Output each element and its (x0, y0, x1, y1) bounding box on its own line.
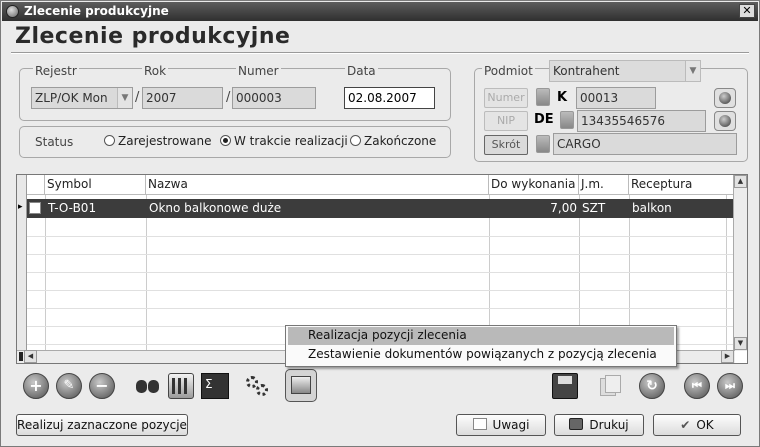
rejestr-combo[interactable]: ZLP/OK Mon ▼ (31, 87, 133, 109)
podmiot-type-combo[interactable]: Kontrahent ▼ (549, 60, 701, 82)
scroll-down-icon[interactable]: ▼ (734, 337, 747, 350)
podmiot-type-value: Kontrahent (553, 64, 620, 78)
numer-field[interactable]: 000003 (232, 87, 316, 109)
separator: / (226, 90, 231, 105)
chevron-down-icon[interactable]: ▼ (685, 61, 700, 81)
radio-label: W trakcie realizacji (234, 134, 348, 148)
data-field[interactable]: 02.08.2007 (344, 87, 435, 109)
previous-icon[interactable]: ⏮ (684, 373, 710, 399)
nip-prefix: DE (534, 112, 554, 127)
vertical-scrollbar[interactable]: ▲ ▼ (733, 175, 747, 351)
rok-label: Rok (142, 64, 169, 78)
scroll-up-icon[interactable]: ▲ (734, 175, 747, 188)
grid-line (27, 272, 735, 273)
nip-field[interactable]: 13435546576 (577, 110, 706, 132)
row-pointer-icon: ▸ (18, 202, 23, 212)
document-image-icon (291, 376, 311, 394)
rejestr-label: Rejestr (33, 64, 79, 78)
calculator-icon[interactable] (168, 373, 194, 399)
database-icon[interactable] (560, 111, 574, 129)
drukuj-label: Drukuj (589, 418, 629, 432)
radio-zakonczone[interactable]: Zakończone (350, 134, 436, 148)
k-prefix: K (557, 90, 568, 105)
next-icon[interactable]: ⏭ (717, 373, 743, 399)
cell-do-wykonania: 7,00 (550, 201, 577, 215)
database-icon[interactable] (536, 88, 550, 106)
row-indicator-column: ▸ (17, 175, 27, 351)
radio-dot (350, 135, 361, 146)
edit-icon[interactable]: ✎ (56, 373, 82, 399)
app-icon (6, 5, 19, 18)
grid-line (27, 290, 735, 291)
copy-icon[interactable] (597, 373, 623, 399)
globe-icon[interactable] (714, 88, 736, 108)
scroll-right-icon[interactable]: ▶ (721, 350, 734, 363)
delete-icon[interactable]: − (89, 373, 115, 399)
separator: / (135, 90, 140, 105)
drukuj-button[interactable]: Drukuj (554, 414, 644, 436)
radio-label: Zakończone (364, 134, 437, 148)
grid-line (27, 236, 735, 237)
cell-nazwa: Okno balkonowe duże (149, 201, 282, 215)
realizuj-button[interactable]: Realizuj zaznaczone pozycje (16, 414, 188, 436)
cell-receptura: balkon (632, 201, 672, 215)
grid-line (27, 308, 735, 309)
skrot-field[interactable]: CARGO (553, 133, 737, 155)
radio-zarejestrowane[interactable]: Zarejestrowane (104, 134, 211, 148)
radio-dot (104, 135, 115, 146)
ok-button[interactable]: ✔ OK (653, 414, 741, 436)
scroll-thumb[interactable] (19, 352, 23, 361)
context-menu: Realizacja pozycji zlecenia Zestawienie … (285, 325, 677, 367)
uwagi-label: Uwagi (492, 418, 530, 432)
radio-label: Zarejestrowane (118, 134, 212, 148)
rok-field[interactable]: 2007 (142, 87, 223, 109)
column-header-checkbox (27, 175, 45, 195)
add-icon[interactable]: + (23, 373, 49, 399)
numer-label: Numer (236, 64, 281, 78)
save-icon[interactable] (552, 373, 578, 399)
cell-jm: SZT (582, 201, 606, 215)
rejestr-value: ZLP/OK Mon (35, 91, 108, 105)
data-label: Data (345, 64, 378, 78)
checkmark-icon: ✔ (680, 418, 691, 432)
document-image-button[interactable] (285, 369, 317, 402)
title-bar: Zlecenie produkcyjne ✕ (2, 2, 758, 21)
close-button[interactable]: ✕ (739, 4, 755, 18)
scroll-left-icon[interactable]: ◀ (24, 350, 37, 363)
radio-w-trakcie[interactable]: W trakcie realizacji (220, 134, 348, 148)
radio-dot-selected (220, 135, 231, 146)
page-title: Zlecenie produkcyjne (15, 24, 291, 49)
divider (11, 52, 749, 54)
column-header-receptura[interactable]: Receptura (629, 175, 735, 195)
window: Zlecenie produkcyjne ✕ Zlecenie produkcy… (0, 0, 760, 447)
menu-item-zestawienie[interactable]: Zestawienie dokumentów powiązanych z poz… (288, 346, 674, 364)
printer-icon (569, 418, 584, 430)
column-header-nazwa[interactable]: Nazwa (146, 175, 489, 195)
row-checkbox[interactable] (29, 202, 41, 214)
column-header-jm[interactable]: J.m. (579, 175, 629, 195)
note-icon (472, 418, 487, 430)
database-icon[interactable] (536, 135, 550, 153)
skrot-button[interactable]: Skrót (484, 135, 528, 155)
status-label: Status (35, 135, 74, 149)
window-title: Zlecenie produkcyjne (24, 4, 169, 18)
ok-label: OK (696, 418, 714, 432)
nip-button[interactable]: NIP (484, 111, 528, 131)
menu-item-realizacja[interactable]: Realizacja pozycji zlecenia (288, 327, 674, 345)
kontrahent-numer-field[interactable]: 00013 (576, 87, 656, 109)
column-header-symbol[interactable]: Symbol (45, 175, 146, 195)
binoculars-icon[interactable] (135, 373, 161, 399)
refresh-icon[interactable]: ↻ (639, 373, 665, 399)
grid-line (27, 254, 735, 255)
podmiot-label: Podmiot (482, 64, 535, 78)
map-icon[interactable] (714, 111, 736, 131)
column-header-do-wykonania[interactable]: Do wykonania (489, 175, 579, 195)
gears-icon[interactable] (245, 373, 271, 399)
table-row-selected[interactable] (27, 199, 735, 218)
sum-icon[interactable]: Σ (201, 373, 229, 399)
uwagi-button[interactable]: Uwagi (456, 414, 546, 436)
numer-button[interactable]: Numer (484, 88, 528, 108)
cell-symbol: T-O-B01 (48, 201, 97, 215)
chevron-down-icon[interactable]: ▼ (117, 88, 132, 108)
